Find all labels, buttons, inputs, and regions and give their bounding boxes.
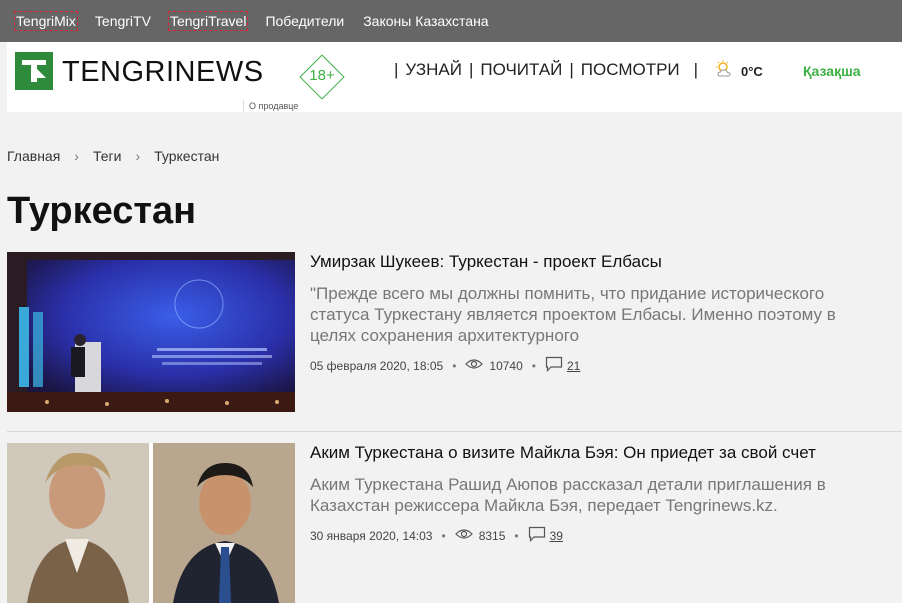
logo-icon[interactable] — [15, 52, 53, 90]
seller-note[interactable]: О продавце — [243, 100, 373, 112]
article-title[interactable]: Умирзак Шукеев: Туркестан - проект Елбас… — [310, 252, 662, 272]
eye-icon — [454, 528, 473, 543]
article-meta: 30 января 2020, 14:03 • 8315 • 39 — [310, 526, 563, 545]
article-lead: "Прежде всего мы должны помнить, что при… — [310, 284, 836, 345]
article-lead: Аким Туркестана Рашид Аюпов рассказал де… — [310, 475, 826, 515]
main-nav: | УЗНАЙ | ПОЧИТАЙ | ПОСМОТРИ | — [394, 60, 699, 80]
article-views: 8315 — [478, 528, 506, 543]
site-header: TENGRINEWS 18+ | УЗНАЙ | ПОЧИТАЙ | ПОСМО… — [7, 42, 902, 112]
article-title[interactable]: Аким Туркестана о визите Майкла Бэя: Он … — [310, 443, 816, 463]
comment-icon[interactable] — [545, 356, 563, 375]
weather-widget[interactable]: 0°C — [714, 60, 763, 83]
article-thumbnail[interactable] — [7, 443, 295, 603]
article-date: 30 января 2020, 14:03 — [310, 528, 433, 543]
weather-partly-cloudy-icon — [714, 60, 736, 83]
article-meta: 05 февраля 2020, 18:05 • 10740 • 21 — [310, 356, 580, 375]
breadcrumb-current: Туркестан — [154, 148, 220, 164]
logo-text[interactable]: TENGRINEWS — [62, 56, 264, 89]
breadcrumb-tags[interactable]: Теги — [93, 148, 121, 164]
topbar-link-winners[interactable]: Победители — [265, 13, 344, 29]
breadcrumb: Главная › Теги › Туркестан — [7, 148, 219, 164]
nav-item-pochitai[interactable]: ПОЧИТАЙ — [480, 60, 562, 80]
chevron-right-icon: › — [135, 148, 141, 164]
comment-icon[interactable] — [528, 526, 546, 545]
breadcrumb-home[interactable]: Главная — [7, 148, 60, 164]
chevron-right-icon: › — [74, 148, 79, 164]
age-rating-badge: 18+ — [299, 54, 345, 100]
page-title: Туркестан — [7, 190, 197, 232]
nav-item-uznai[interactable]: УЗНАЙ — [405, 60, 462, 80]
nav-item-posmotri[interactable]: ПОСМОТРИ — [581, 60, 680, 80]
top-bar: TengriMix TengriTV TengriTravel Победите… — [0, 0, 902, 42]
language-switch[interactable]: Қазақша — [803, 63, 861, 79]
article-thumbnail[interactable] — [7, 252, 295, 412]
article-views: 10740 — [489, 358, 523, 373]
topbar-link-tengrimix[interactable]: TengriMix — [14, 11, 78, 31]
eye-icon — [465, 358, 484, 373]
topbar-link-laws[interactable]: Законы Казахстана — [363, 13, 488, 29]
article-comments-count[interactable]: 21 — [567, 359, 580, 373]
article-divider — [7, 431, 902, 432]
topbar-link-tengritv[interactable]: TengriTV — [95, 13, 151, 29]
weather-temperature: 0°C — [741, 64, 763, 79]
topbar-link-tengritravel[interactable]: TengriTravel — [167, 11, 249, 31]
article-comments-count[interactable]: 39 — [550, 529, 563, 543]
article-date: 05 февраля 2020, 18:05 — [310, 358, 444, 373]
